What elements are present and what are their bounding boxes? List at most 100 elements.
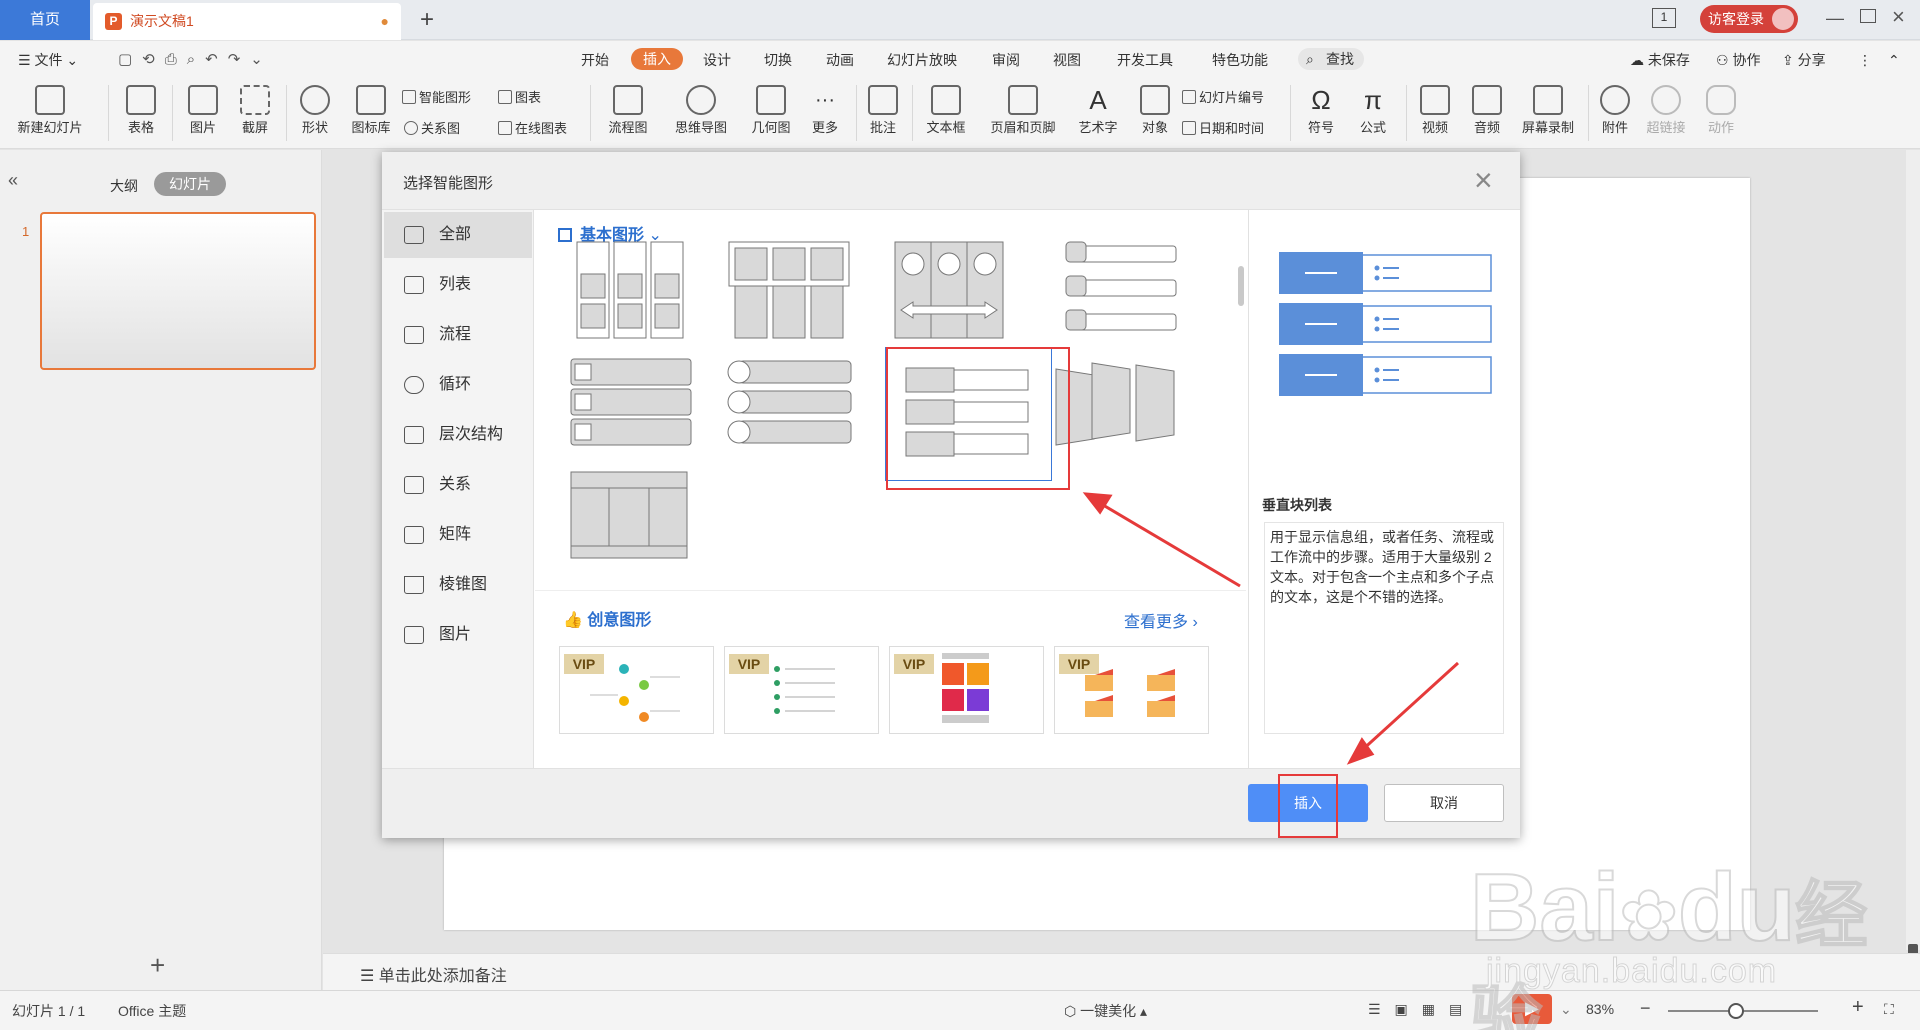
category-cycle[interactable]: 循环 bbox=[384, 362, 532, 408]
window-count-icon[interactable]: 1 bbox=[1652, 8, 1676, 28]
geometry-button[interactable]: 几何图 bbox=[746, 81, 796, 137]
template-funnel-panels[interactable] bbox=[1050, 355, 1190, 467]
collapse-pane-icon[interactable]: « bbox=[8, 170, 18, 191]
category-picture[interactable]: 图片 bbox=[384, 612, 532, 658]
tab-features[interactable]: 特色功能 bbox=[1212, 50, 1268, 70]
vip-template-4[interactable]: VIP bbox=[1054, 646, 1209, 734]
chart-button[interactable]: 图表 bbox=[498, 89, 541, 107]
guest-login-button[interactable]: 访客登录 bbox=[1700, 5, 1798, 33]
quick-access-icons[interactable]: ▢⟲⎙⌕↶↷⌄ bbox=[118, 50, 273, 70]
outline-tab[interactable]: 大纲 bbox=[110, 176, 138, 196]
formula-button[interactable]: π 公式 bbox=[1350, 81, 1396, 137]
document-tab[interactable]: P 演示文稿1 ● bbox=[93, 3, 401, 40]
tab-developer[interactable]: 开发工具 bbox=[1117, 50, 1173, 70]
file-menu[interactable]: ☰ 文件 ⌄ bbox=[18, 50, 78, 70]
new-slide-button[interactable]: 新建幻灯片 bbox=[10, 81, 90, 137]
play-options-icon[interactable]: ⌄ bbox=[1560, 1001, 1572, 1018]
theme-name[interactable]: Office 主题 bbox=[118, 1001, 186, 1021]
template-checkbox-list[interactable] bbox=[561, 355, 701, 467]
mindmap-button[interactable]: 思维导图 bbox=[664, 81, 738, 137]
restore-icon[interactable] bbox=[1860, 9, 1876, 23]
close-window-icon[interactable]: × bbox=[1892, 4, 1905, 30]
tab-insert[interactable]: 插入 bbox=[631, 48, 683, 70]
shape-button[interactable]: 形状 bbox=[292, 81, 338, 137]
notes-area[interactable] bbox=[323, 953, 1920, 990]
minimize-icon[interactable]: — bbox=[1826, 8, 1844, 29]
category-pyramid[interactable]: 棱锥图 bbox=[384, 562, 532, 608]
template-circle-arrow[interactable] bbox=[885, 240, 1025, 352]
more-button[interactable]: ··· 更多 bbox=[802, 81, 848, 137]
canvas-scrollbar[interactable] bbox=[1906, 150, 1920, 950]
tab-view[interactable]: 视图 bbox=[1053, 50, 1081, 70]
vip-template-3[interactable]: VIP bbox=[889, 646, 1044, 734]
template-tab-list[interactable] bbox=[1050, 240, 1190, 352]
template-header-blocks[interactable] bbox=[725, 240, 865, 352]
collab-button[interactable]: ⚇ 协作 bbox=[1716, 50, 1760, 70]
zoom-level[interactable]: 83% bbox=[1586, 1001, 1614, 1017]
share-icon: ⇪ bbox=[1782, 52, 1798, 68]
icon-library-button[interactable]: 图标库 bbox=[346, 81, 396, 137]
header-footer-button[interactable]: 页眉和页脚 bbox=[984, 81, 1062, 137]
screen-record-button[interactable]: 屏幕录制 bbox=[1516, 81, 1580, 137]
section-creative-shapes[interactable]: 👍 创意图形 bbox=[563, 606, 651, 630]
vip-template-1[interactable]: VIP bbox=[559, 646, 714, 734]
symbol-button[interactable]: Ω 符号 bbox=[1298, 81, 1344, 137]
textbox-button[interactable]: 文本框 bbox=[918, 81, 974, 137]
beautify-button[interactable]: ⬡ 一键美化 ▴ bbox=[1064, 1001, 1147, 1021]
zoom-slider-knob[interactable] bbox=[1728, 1003, 1744, 1019]
object-button[interactable]: 对象 bbox=[1132, 81, 1178, 137]
tab-animation[interactable]: 动画 bbox=[826, 50, 854, 70]
template-vertical-columns[interactable] bbox=[561, 240, 701, 352]
tab-design[interactable]: 设计 bbox=[703, 50, 731, 70]
play-slideshow-button[interactable]: ▶ bbox=[1512, 994, 1552, 1024]
tab-transition[interactable]: 切换 bbox=[764, 50, 792, 70]
category-list[interactable]: 列表 bbox=[384, 262, 532, 308]
cancel-button[interactable]: 取消 bbox=[1384, 784, 1504, 822]
template-table-grid[interactable] bbox=[561, 470, 701, 582]
comment-button[interactable]: 批注 bbox=[862, 81, 904, 137]
category-hierarchy[interactable]: 层次结构 bbox=[384, 412, 532, 458]
action-button[interactable]: 动作 bbox=[1700, 81, 1742, 137]
home-tab[interactable]: 首页 bbox=[0, 0, 90, 40]
slide-number-button[interactable]: 幻灯片编号 bbox=[1182, 89, 1264, 107]
share-button[interactable]: ⇪ 分享 bbox=[1782, 50, 1826, 70]
wordart-button[interactable]: A 艺术字 bbox=[1070, 81, 1126, 137]
collapse-ribbon-icon[interactable]: ⌃ bbox=[1888, 50, 1900, 70]
picture-button[interactable]: 图片 bbox=[180, 81, 226, 137]
notes-placeholder[interactable]: ☰ 单击此处添加备注 bbox=[360, 962, 507, 986]
new-tab-button[interactable]: + bbox=[420, 6, 434, 34]
zoom-in-icon[interactable]: + bbox=[1852, 996, 1864, 1019]
vip-template-2[interactable]: VIP bbox=[724, 646, 879, 734]
category-relation[interactable]: 关系 bbox=[384, 462, 532, 508]
video-button[interactable]: 视频 bbox=[1412, 81, 1458, 137]
smart-art-button[interactable]: 智能图形 bbox=[402, 89, 471, 107]
category-all[interactable]: 全部 bbox=[384, 212, 532, 258]
view-mode-icons[interactable]: ☰▣▦▤ bbox=[1368, 1001, 1476, 1018]
template-circle-list[interactable] bbox=[725, 355, 865, 467]
search-button[interactable]: ⌕ 查找 bbox=[1298, 48, 1364, 70]
zoom-out-icon[interactable]: − bbox=[1640, 998, 1651, 1019]
see-more-link[interactable]: 查看更多 › bbox=[1124, 608, 1198, 632]
unsaved-status[interactable]: ☁ 未保存 bbox=[1630, 50, 1690, 70]
fit-window-icon[interactable]: ⛶ bbox=[1884, 1001, 1894, 1018]
add-slide-button[interactable]: + bbox=[150, 950, 165, 981]
relation-button[interactable]: 关系图 bbox=[404, 120, 460, 138]
gallery-scrollbar[interactable] bbox=[1238, 266, 1244, 306]
table-button[interactable]: 表格 bbox=[118, 81, 164, 137]
category-process[interactable]: 流程 bbox=[384, 312, 532, 358]
category-matrix[interactable]: 矩阵 bbox=[384, 512, 532, 558]
tab-review[interactable]: 审阅 bbox=[992, 50, 1020, 70]
slide-thumbnail[interactable] bbox=[40, 212, 316, 370]
hyperlink-button[interactable]: 超链接 bbox=[1638, 81, 1694, 137]
online-chart-button[interactable]: 在线图表 bbox=[498, 120, 567, 138]
datetime-button[interactable]: 日期和时间 bbox=[1182, 120, 1264, 138]
audio-button[interactable]: 音频 bbox=[1464, 81, 1510, 137]
tab-slideshow[interactable]: 幻灯片放映 bbox=[887, 50, 957, 70]
more-icon[interactable]: ⋮ bbox=[1858, 50, 1872, 70]
tab-home[interactable]: 开始 bbox=[581, 50, 609, 70]
flowchart-button[interactable]: 流程图 bbox=[598, 81, 658, 137]
attachment-button[interactable]: 附件 bbox=[1594, 81, 1636, 137]
close-icon[interactable]: × bbox=[1474, 162, 1493, 198]
screenshot-button[interactable]: 截屏 bbox=[232, 81, 278, 137]
slides-tab[interactable]: 幻灯片 bbox=[154, 172, 226, 196]
